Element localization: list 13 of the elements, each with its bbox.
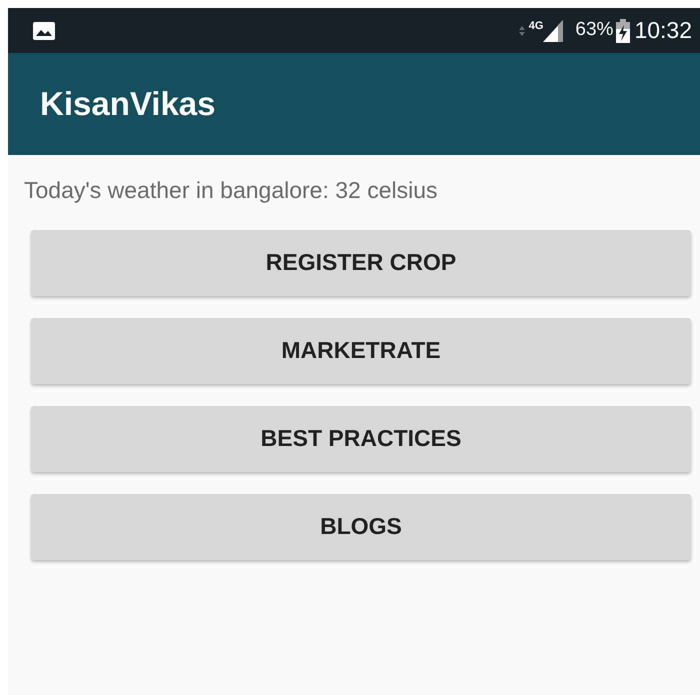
signal-icon bbox=[543, 20, 564, 42]
battery-percent: 63% bbox=[575, 18, 614, 42]
clock: 10:32 bbox=[634, 16, 692, 46]
menu-button[interactable]: REGISTER CROP bbox=[31, 230, 691, 296]
menu-button[interactable]: MARKETRATE bbox=[31, 318, 691, 384]
menu-button[interactable]: BLOGS bbox=[31, 494, 691, 560]
app-title: KisanVikas bbox=[40, 84, 216, 124]
weather-text: Today's weather in bangalore: 32 celsius bbox=[24, 176, 439, 205]
battery-charging-icon bbox=[616, 18, 630, 42]
data-arrows-icon bbox=[518, 24, 525, 36]
network-type: 4G bbox=[528, 19, 544, 34]
image-icon bbox=[32, 20, 56, 40]
menu-button[interactable]: BEST PRACTICES bbox=[31, 406, 691, 472]
